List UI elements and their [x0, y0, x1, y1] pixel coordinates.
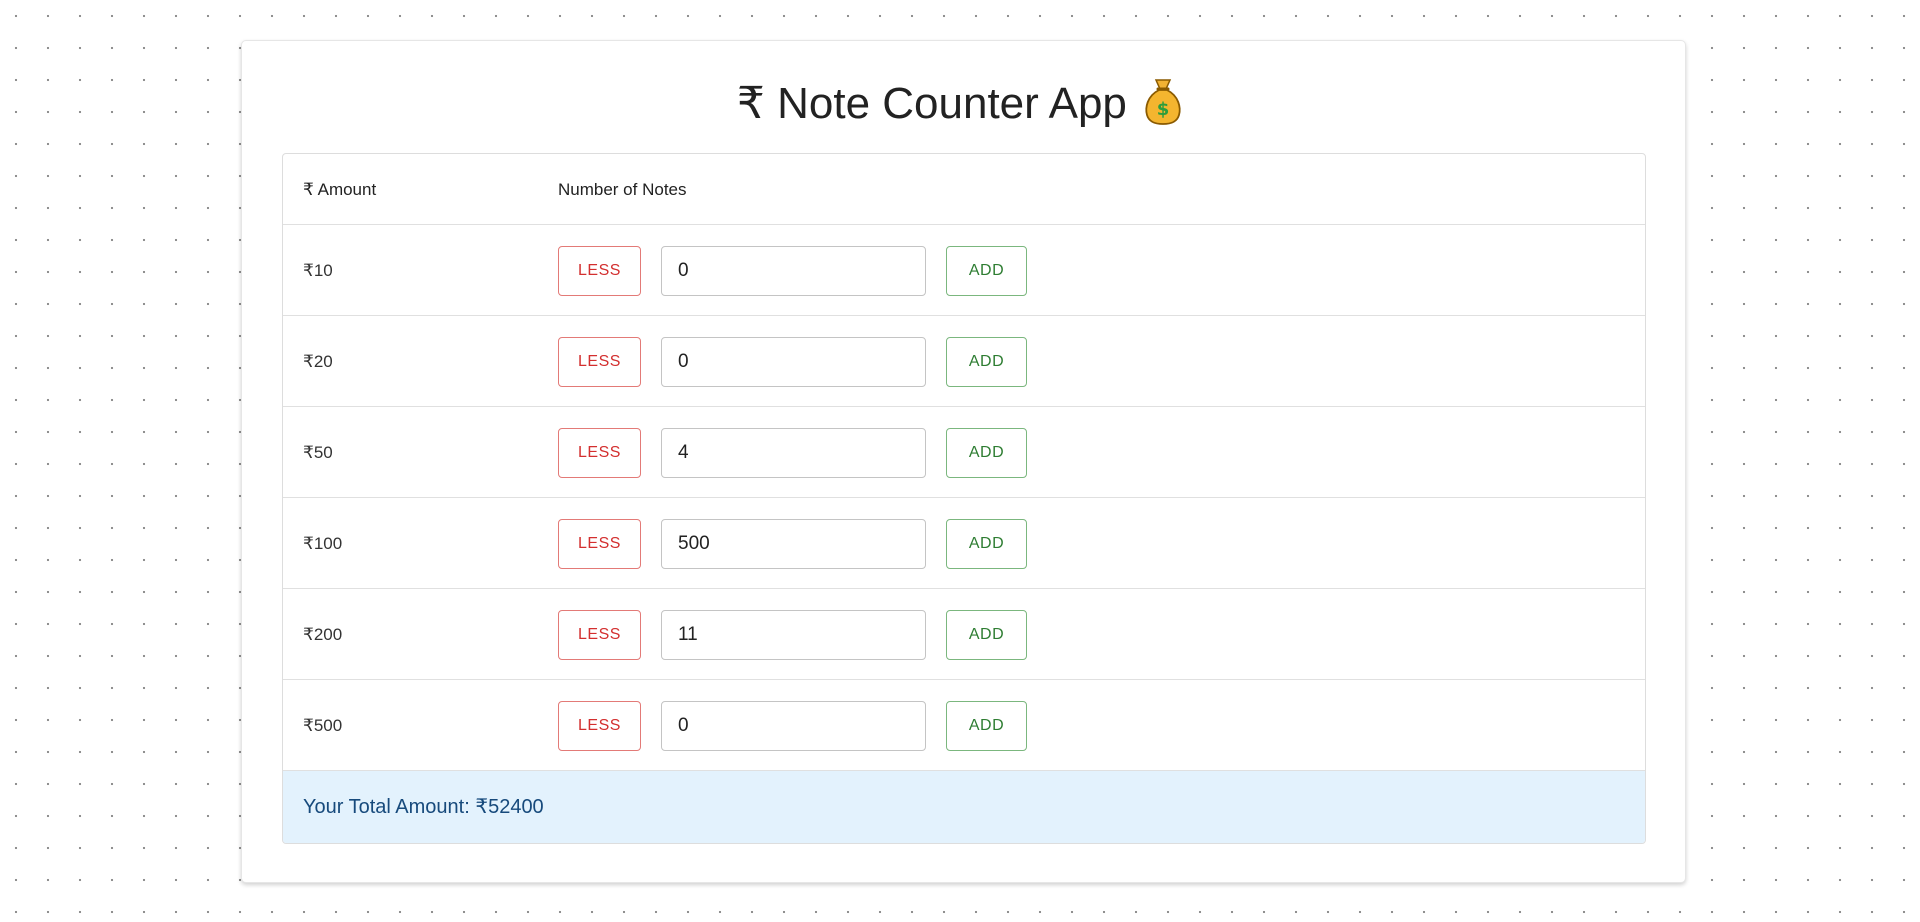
note-count-input[interactable]: [661, 701, 926, 751]
denomination-label: ₹200: [303, 625, 343, 644]
note-count-input[interactable]: [661, 246, 926, 296]
less-button[interactable]: LESS: [558, 701, 641, 751]
table-row: ₹200 LESS ADD: [283, 589, 1645, 680]
page-title-text: ₹ Note Counter App: [736, 79, 1127, 128]
note-count-input[interactable]: [661, 428, 926, 478]
denomination-label: ₹100: [303, 534, 343, 553]
add-button[interactable]: ADD: [946, 519, 1027, 569]
note-count-input[interactable]: [661, 610, 926, 660]
less-button[interactable]: LESS: [558, 610, 641, 660]
denomination-label: ₹10: [303, 261, 333, 280]
table-row: ₹10 LESS ADD: [283, 225, 1645, 316]
svg-text:$: $: [1157, 99, 1170, 120]
less-button[interactable]: LESS: [558, 428, 641, 478]
total-amount-banner: Your Total Amount: ₹52400: [283, 771, 1645, 843]
header-amount: ₹ Amount: [303, 180, 377, 199]
header-number-of-notes: Number of Notes: [558, 180, 687, 199]
note-count-input[interactable]: [661, 337, 926, 387]
add-button[interactable]: ADD: [946, 701, 1027, 751]
table-row: ₹20 LESS ADD: [283, 316, 1645, 407]
add-button[interactable]: ADD: [946, 246, 1027, 296]
table-row: ₹100 LESS ADD: [283, 498, 1645, 589]
note-count-input[interactable]: [661, 519, 926, 569]
total-amount-text: Your Total Amount: ₹52400: [303, 796, 544, 818]
less-button[interactable]: LESS: [558, 246, 641, 296]
page-title: ₹ Note Counter App $: [0, 76, 1920, 132]
money-bag-icon: $: [1145, 79, 1181, 125]
denomination-label: ₹50: [303, 443, 333, 462]
add-button[interactable]: ADD: [946, 428, 1027, 478]
denomination-label: ₹500: [303, 716, 343, 735]
less-button[interactable]: LESS: [558, 337, 641, 387]
denomination-label: ₹20: [303, 352, 333, 371]
add-button[interactable]: ADD: [946, 610, 1027, 660]
table-header: ₹ Amount Number of Notes: [283, 154, 1645, 225]
less-button[interactable]: LESS: [558, 519, 641, 569]
table-row: ₹50 LESS ADD: [283, 407, 1645, 498]
note-table: ₹ Amount Number of Notes ₹10 LESS ADD ₹2…: [282, 153, 1646, 844]
table-row: ₹500 LESS ADD: [283, 680, 1645, 771]
add-button[interactable]: ADD: [946, 337, 1027, 387]
